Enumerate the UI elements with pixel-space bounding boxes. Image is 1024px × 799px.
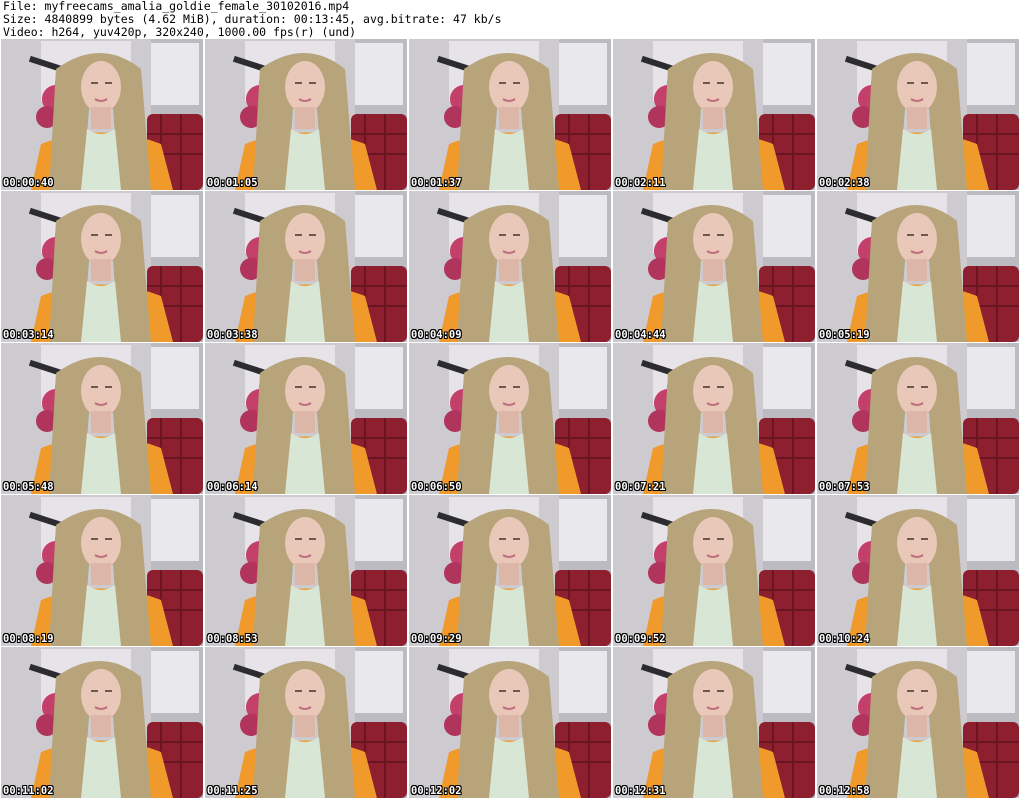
timestamp-label: 00:12:31 bbox=[615, 785, 666, 797]
video-frame-image bbox=[409, 647, 611, 798]
thumbnail-frame: 00:00:40 bbox=[1, 39, 203, 190]
timestamp-label: 00:02:38 bbox=[819, 177, 870, 189]
thumbnail-frame: 00:12:58 bbox=[817, 647, 1019, 798]
file-size-line: Size: 4840899 bytes (4.62 MiB), duration… bbox=[3, 13, 502, 26]
thumbnail-frame: 00:02:11 bbox=[613, 39, 815, 190]
timestamp-label: 00:05:19 bbox=[819, 329, 870, 341]
video-frame-image bbox=[817, 343, 1019, 494]
thumbnail-grid: 00:00:40 00:01:05 00:01:37 00:02:11 00:0… bbox=[1, 39, 1023, 798]
timestamp-label: 00:06:50 bbox=[411, 481, 462, 493]
video-frame-image bbox=[817, 495, 1019, 646]
thumbnail-frame: 00:05:48 bbox=[1, 343, 203, 494]
video-frame-image bbox=[613, 495, 815, 646]
video-frame-image bbox=[613, 39, 815, 190]
timestamp-label: 00:04:09 bbox=[411, 329, 462, 341]
timestamp-label: 00:05:48 bbox=[3, 481, 54, 493]
video-frame-image bbox=[1, 191, 203, 342]
video-info-line: Video: h264, yuv420p, 320x240, 1000.00 f… bbox=[3, 26, 357, 39]
video-frame-image bbox=[1, 495, 203, 646]
thumbnail-frame: 00:06:14 bbox=[205, 343, 407, 494]
timestamp-label: 00:07:21 bbox=[615, 481, 666, 493]
video-frame-image bbox=[205, 343, 407, 494]
timestamp-label: 00:01:05 bbox=[207, 177, 258, 189]
video-frame-image bbox=[817, 647, 1019, 798]
thumbnail-frame: 00:01:37 bbox=[409, 39, 611, 190]
timestamp-label: 00:02:11 bbox=[615, 177, 666, 189]
timestamp-label: 00:12:02 bbox=[411, 785, 462, 797]
video-frame-image bbox=[613, 647, 815, 798]
thumbnail-frame: 00:11:25 bbox=[205, 647, 407, 798]
video-frame-image bbox=[205, 191, 407, 342]
file-name-line: File: myfreecams_amalia_goldie_female_30… bbox=[3, 0, 350, 13]
timestamp-label: 00:06:14 bbox=[207, 481, 258, 493]
video-frame-image bbox=[613, 191, 815, 342]
video-frame-image bbox=[817, 191, 1019, 342]
thumbnail-frame: 00:03:38 bbox=[205, 191, 407, 342]
thumbnail-frame: 00:10:24 bbox=[817, 495, 1019, 646]
video-frame-image bbox=[409, 343, 611, 494]
timestamp-label: 00:03:14 bbox=[3, 329, 54, 341]
video-frame-image bbox=[409, 495, 611, 646]
video-frame-image bbox=[1, 647, 203, 798]
timestamp-label: 00:03:38 bbox=[207, 329, 258, 341]
timestamp-label: 00:12:58 bbox=[819, 785, 870, 797]
video-frame-image bbox=[409, 191, 611, 342]
thumbnail-frame: 00:06:50 bbox=[409, 343, 611, 494]
timestamp-label: 00:08:19 bbox=[3, 633, 54, 645]
thumbnail-frame: 00:09:29 bbox=[409, 495, 611, 646]
thumbnail-frame: 00:05:19 bbox=[817, 191, 1019, 342]
timestamp-label: 00:04:44 bbox=[615, 329, 666, 341]
timestamp-label: 00:00:40 bbox=[3, 177, 54, 189]
video-frame-image bbox=[205, 39, 407, 190]
timestamp-label: 00:09:29 bbox=[411, 633, 462, 645]
video-frame-image bbox=[205, 495, 407, 646]
thumbnail-frame: 00:08:53 bbox=[205, 495, 407, 646]
thumbnail-frame: 00:04:09 bbox=[409, 191, 611, 342]
thumbnail-frame: 00:08:19 bbox=[1, 495, 203, 646]
thumbnail-frame: 00:12:31 bbox=[613, 647, 815, 798]
timestamp-label: 00:10:24 bbox=[819, 633, 870, 645]
video-frame-image bbox=[1, 343, 203, 494]
file-info-header: File: myfreecams_amalia_goldie_female_30… bbox=[3, 0, 1021, 39]
thumbnail-frame: 00:07:21 bbox=[613, 343, 815, 494]
timestamp-label: 00:11:25 bbox=[207, 785, 258, 797]
thumbnail-frame: 00:01:05 bbox=[205, 39, 407, 190]
timestamp-label: 00:09:52 bbox=[615, 633, 666, 645]
thumbnail-frame: 00:11:02 bbox=[1, 647, 203, 798]
timestamp-label: 00:01:37 bbox=[411, 177, 462, 189]
thumbnail-frame: 00:07:53 bbox=[817, 343, 1019, 494]
thumbnail-frame: 00:12:02 bbox=[409, 647, 611, 798]
thumbnail-frame: 00:09:52 bbox=[613, 495, 815, 646]
video-frame-image bbox=[817, 39, 1019, 190]
video-frame-image bbox=[1, 39, 203, 190]
thumbnail-frame: 00:02:38 bbox=[817, 39, 1019, 190]
video-frame-image bbox=[613, 343, 815, 494]
video-frame-image bbox=[409, 39, 611, 190]
timestamp-label: 00:07:53 bbox=[819, 481, 870, 493]
thumbnail-frame: 00:03:14 bbox=[1, 191, 203, 342]
timestamp-label: 00:11:02 bbox=[3, 785, 54, 797]
video-frame-image bbox=[205, 647, 407, 798]
thumbnail-frame: 00:04:44 bbox=[613, 191, 815, 342]
timestamp-label: 00:08:53 bbox=[207, 633, 258, 645]
